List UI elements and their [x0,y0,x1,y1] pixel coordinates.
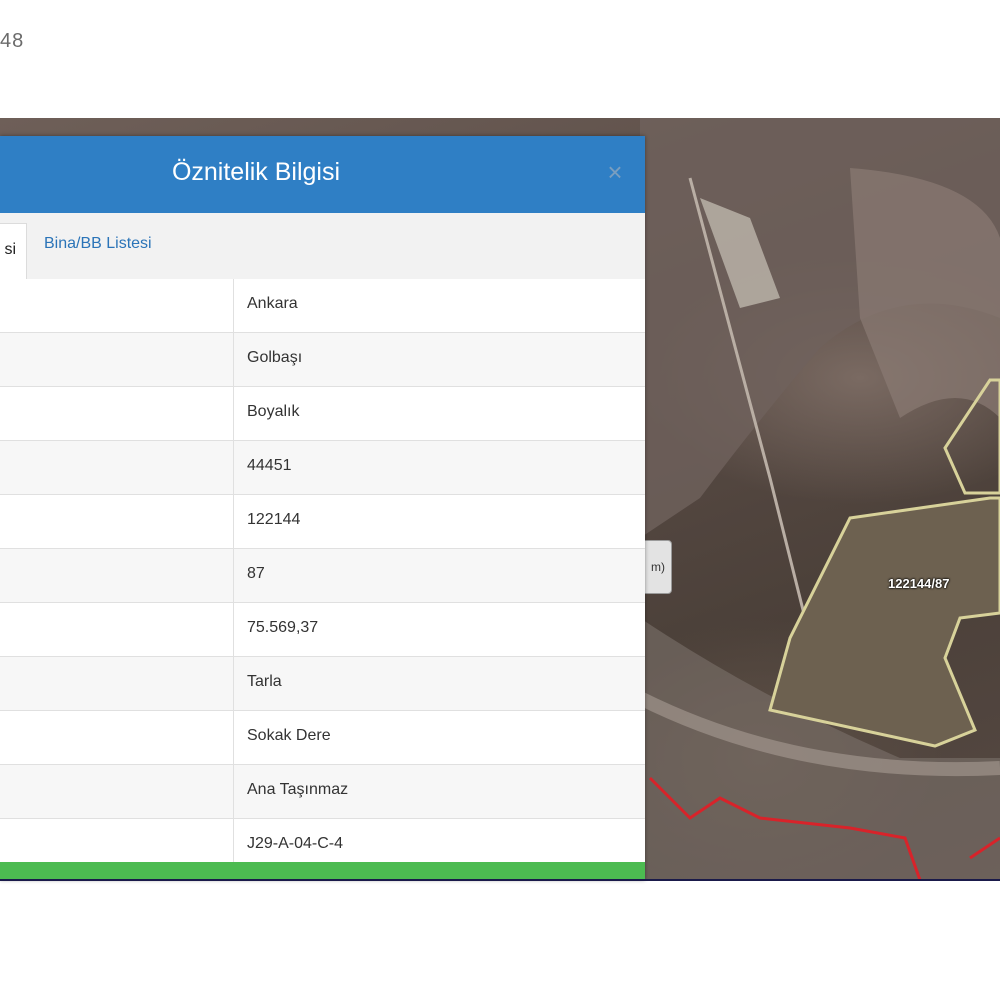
table-cell-value: 44451 [247,457,292,474]
table-cell-key [0,495,234,548]
close-icon[interactable]: × [601,158,629,186]
parcel-label: 122144/87 [888,576,950,591]
table-row: 44451 [0,441,645,495]
tab-building-list[interactable]: Bina/BB Listesi [44,235,152,253]
table-cell-key [0,549,234,602]
table-cell-value: 122144 [247,511,301,528]
table-row: 75.569,37 [0,603,645,657]
table-cell-key [0,603,234,656]
page-number-text: 48 [0,30,25,52]
table-row: Tarla [0,657,645,711]
table-cell-key [0,711,234,764]
table-row: 122144 [0,495,645,549]
attribute-table: Ankara Golbaşı Boyalık 44451 122144 87 7… [0,279,645,873]
table-cell-key [0,657,234,710]
table-cell-key [0,765,234,818]
tab-label: si [4,241,16,258]
table-cell-value: 75.569,37 [247,619,319,636]
table-cell-value: Ana Taşınmaz [247,781,349,798]
attribute-info-dialog: Öznitelik Bilgisi × si Bina/BB Listesi A… [0,136,645,880]
table-cell-value: Golbaşı [247,349,303,366]
table-cell-value: Sokak Dere [247,727,331,744]
table-row: Golbaşı [0,333,645,387]
divider [0,879,1000,881]
table-cell-value: Ankara [247,295,298,312]
dialog-title: Öznitelik Bilgisi [171,158,341,186]
table-cell-value: 87 [247,565,265,582]
tab-bar: si Bina/BB Listesi [0,213,645,280]
table-cell-value: J29-A-04-C-4 [247,835,344,852]
table-cell-key [0,387,234,440]
table-row: Boyalık [0,387,645,441]
table-cell-value: Boyalık [247,403,300,420]
tab-attributes[interactable]: si [0,223,27,280]
parcel-polygon[interactable] [768,496,1000,748]
table-cell-key [0,333,234,386]
table-cell-value: Tarla [247,673,282,690]
table-cell-key [0,441,234,494]
table-row: 87 [0,549,645,603]
map-control-button[interactable]: m) [644,540,672,594]
dialog-footer-bar [0,862,645,880]
table-row: Ana Taşınmaz [0,765,645,819]
table-cell-key [0,279,234,332]
table-row: Sokak Dere [0,711,645,765]
table-row: Ankara [0,279,645,333]
dialog-header: Öznitelik Bilgisi × [0,136,645,213]
